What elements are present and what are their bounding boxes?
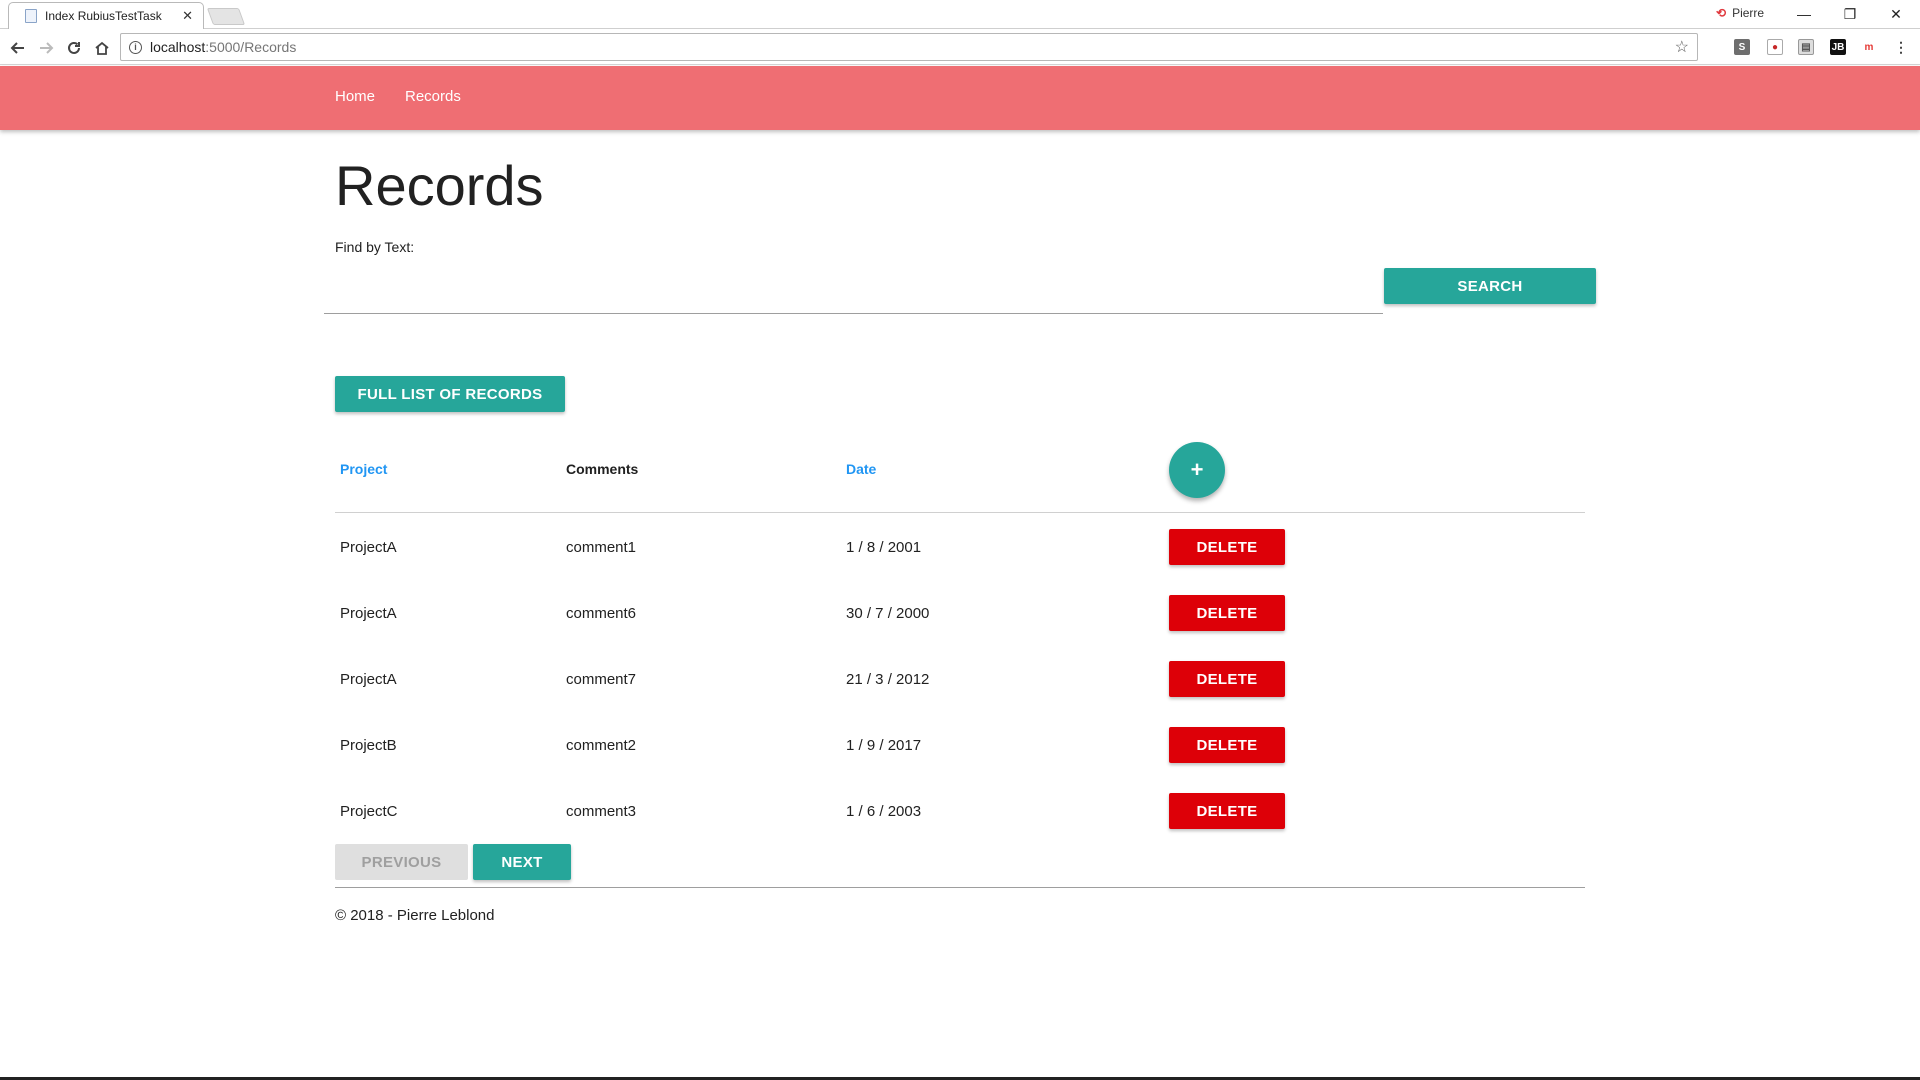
page-icon <box>25 9 37 23</box>
cell-date: 1 / 6 / 2003 <box>846 803 922 820</box>
search-button[interactable]: SEARCH <box>1384 268 1596 304</box>
app-navbar: Home Records <box>0 66 1920 130</box>
extension-jb-icon[interactable]: JB <box>1830 39 1846 55</box>
url-path: :5000/Records <box>205 39 297 55</box>
column-header-date[interactable]: Date <box>846 461 876 477</box>
delete-button[interactable]: DELETE <box>1169 661 1285 697</box>
forward-arrow-icon[interactable] <box>34 36 58 60</box>
delete-button[interactable]: DELETE <box>1169 793 1285 829</box>
table-row: ProjectB comment2 1 / 9 / 2017 DELETE <box>0 712 1920 778</box>
new-tab-button[interactable] <box>206 8 246 25</box>
cell-comment: comment3 <box>566 803 637 820</box>
full-list-button[interactable]: FULL LIST OF RECORDS <box>335 376 565 412</box>
browser-tab[interactable]: Index RubiusTestTask ✕ <box>8 2 204 29</box>
cell-project: ProjectB <box>340 737 397 754</box>
column-header-comments: Comments <box>566 461 639 477</box>
cell-comment: comment2 <box>566 737 637 754</box>
profile-icon: ⟲ <box>1716 6 1727 20</box>
profile-button[interactable]: ⟲ Pierre <box>1716 6 1764 20</box>
page-title: Records <box>335 154 544 217</box>
delete-button[interactable]: DELETE <box>1169 727 1285 763</box>
cell-project: ProjectA <box>340 671 397 688</box>
cell-date: 1 / 8 / 2001 <box>846 539 922 556</box>
cell-project: ProjectA <box>340 539 397 556</box>
browser-tabstrip: Index RubiusTestTask ✕ ⟲ Pierre — ❐ ✕ <box>0 0 1920 29</box>
table-header-divider <box>335 512 1585 513</box>
minimize-button[interactable]: — <box>1781 0 1827 28</box>
footer-divider <box>335 887 1585 888</box>
previous-page-button[interactable]: PREVIOUS <box>335 844 468 880</box>
bookmark-star-icon[interactable]: ☆ <box>1675 37 1689 57</box>
cell-comment: comment7 <box>566 671 637 688</box>
restore-button[interactable]: ❐ <box>1827 0 1873 28</box>
nav-link-records[interactable]: Records <box>405 88 461 105</box>
table-row: ProjectA comment7 21 / 3 / 2012 DELETE <box>0 646 1920 712</box>
column-header-project[interactable]: Project <box>340 461 387 477</box>
menu-dots-icon[interactable]: ⋮ <box>1893 39 1909 55</box>
home-icon[interactable] <box>90 36 114 60</box>
delete-button[interactable]: DELETE <box>1169 595 1285 631</box>
search-input[interactable] <box>324 265 1383 314</box>
find-by-text-label: Find by Text: <box>335 239 415 255</box>
url-host: localhost <box>150 39 206 55</box>
close-window-button[interactable]: ✕ <box>1873 0 1919 28</box>
reload-icon[interactable] <box>62 36 86 60</box>
back-arrow-icon[interactable] <box>6 36 30 60</box>
browser-toolbar: i localhost :5000/Records ☆ S ● ▤ JB m ⋮ <box>0 30 1920 65</box>
table-row: ProjectC comment3 1 / 6 / 2003 DELETE <box>0 778 1920 844</box>
cell-comment: comment1 <box>566 539 637 556</box>
cell-project: ProjectC <box>340 803 398 820</box>
cell-date: 30 / 7 / 2000 <box>846 605 930 622</box>
cell-date: 1 / 9 / 2017 <box>846 737 922 754</box>
extension-m-icon[interactable]: m <box>1861 39 1877 55</box>
nav-link-home[interactable]: Home <box>335 88 375 105</box>
tab-close-icon[interactable]: ✕ <box>182 8 193 24</box>
extension-s-icon[interactable]: S <box>1734 39 1750 55</box>
next-page-button[interactable]: NEXT <box>473 844 571 880</box>
add-record-button[interactable]: + <box>1169 442 1225 498</box>
extension-clipboard-icon[interactable]: ▤ <box>1798 39 1814 55</box>
tab-title: Index RubiusTestTask <box>45 9 162 23</box>
profile-name: Pierre <box>1732 6 1765 20</box>
table-row: ProjectA comment1 1 / 8 / 2001 DELETE <box>0 514 1920 580</box>
footer-copyright: © 2018 - Pierre Leblond <box>335 907 495 924</box>
address-bar[interactable]: i localhost :5000/Records ☆ <box>120 33 1698 61</box>
cell-project: ProjectA <box>340 605 397 622</box>
extension-shield-icon[interactable]: ● <box>1767 39 1783 55</box>
cell-comment: comment6 <box>566 605 637 622</box>
info-icon[interactable]: i <box>129 40 142 54</box>
delete-button[interactable]: DELETE <box>1169 529 1285 565</box>
cell-date: 21 / 3 / 2012 <box>846 671 930 688</box>
table-row: ProjectA comment6 30 / 7 / 2000 DELETE <box>0 580 1920 646</box>
